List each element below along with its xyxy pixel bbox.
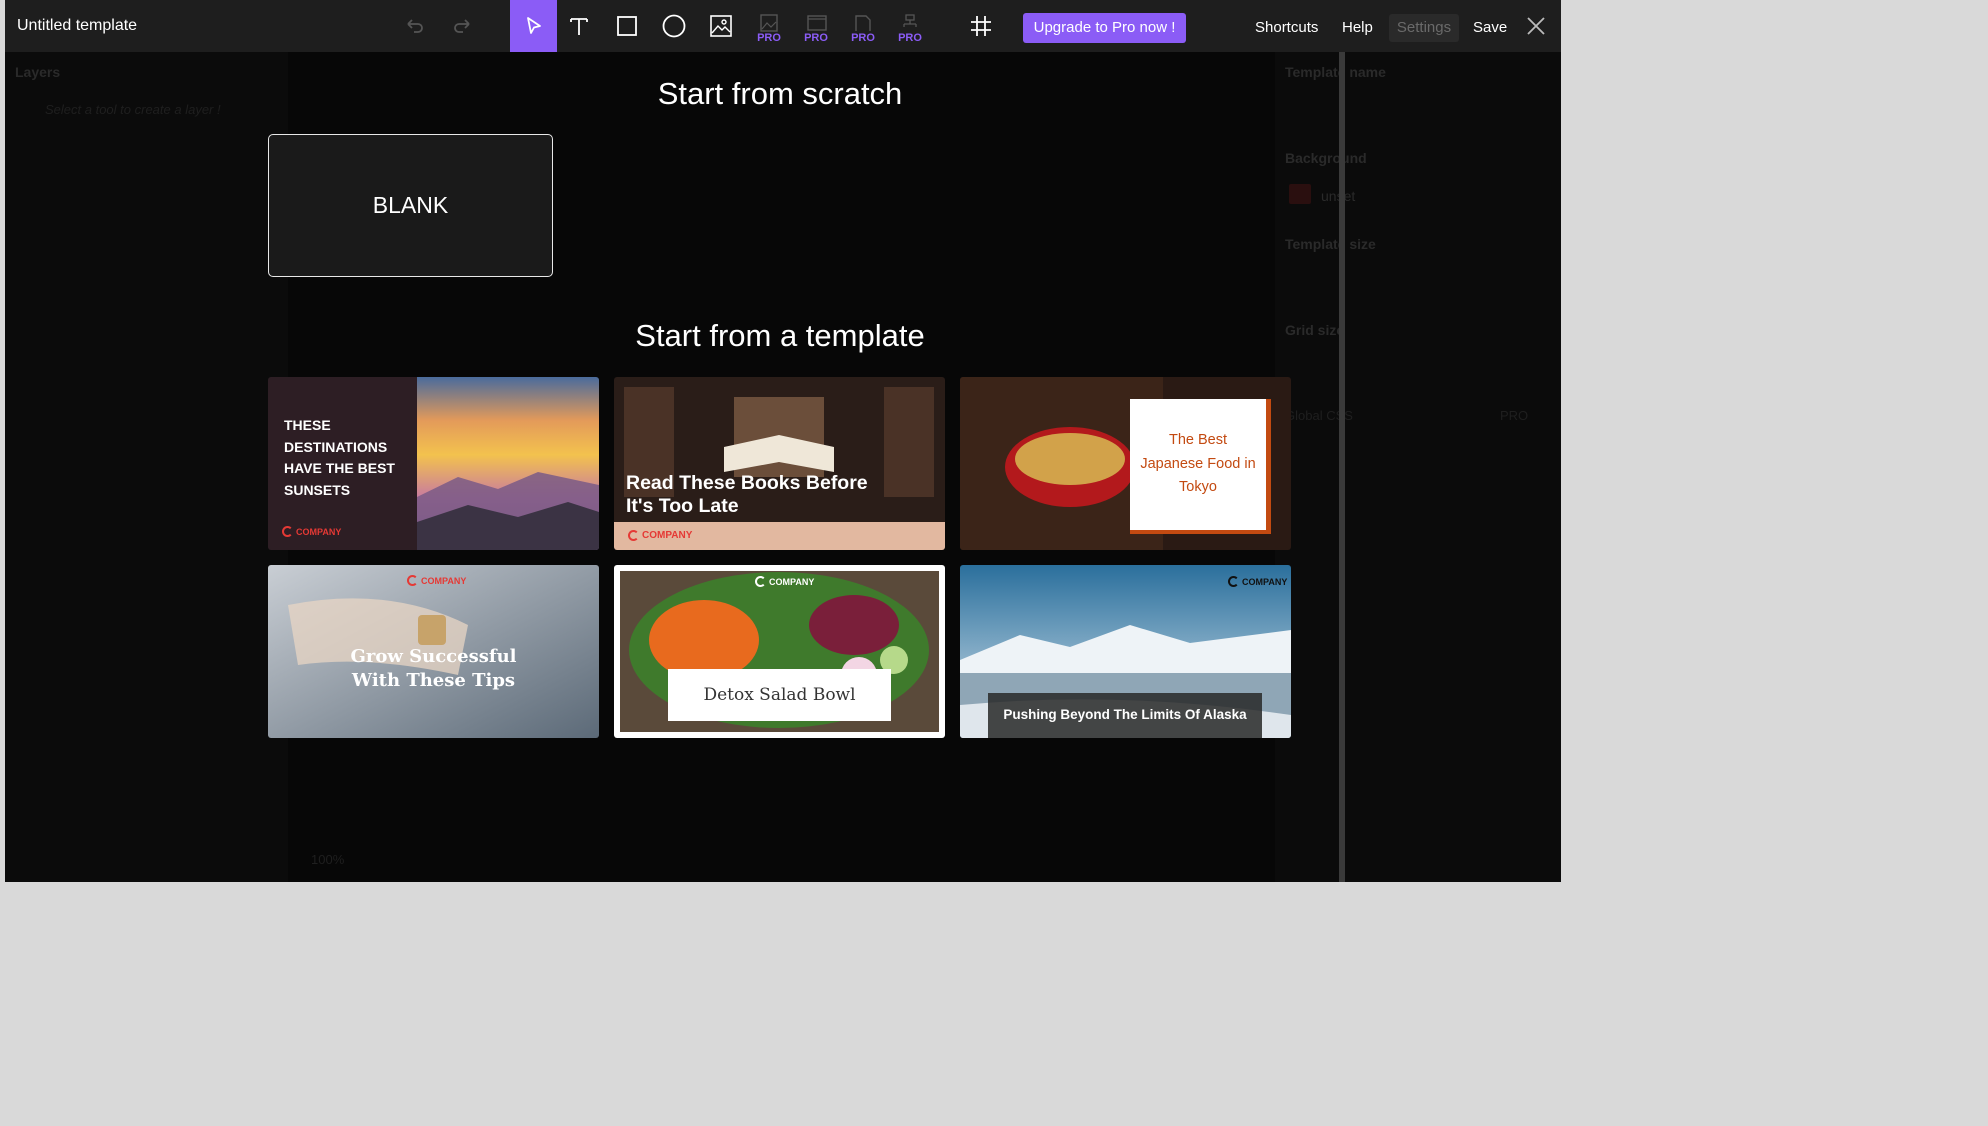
component-pro-tool[interactable]: PRO bbox=[892, 10, 928, 50]
upgrade-button[interactable]: Upgrade to Pro now ! bbox=[1023, 13, 1186, 43]
scrollbar[interactable] bbox=[1339, 52, 1345, 882]
grid-icon[interactable] bbox=[961, 6, 1001, 46]
template-text: Pushing Beyond The Limits Of Alaska bbox=[1003, 707, 1247, 722]
pro-label: PRO bbox=[757, 32, 781, 44]
template-text: Detox Salad Bowl bbox=[703, 685, 856, 705]
text-icon[interactable] bbox=[559, 6, 599, 46]
company-logo: COMPANY bbox=[282, 526, 341, 537]
layers-hint: Select a tool to create a layer ! bbox=[45, 102, 221, 117]
scratch-title: Start from scratch bbox=[657, 76, 903, 111]
company-logo: COMPANY bbox=[1228, 576, 1287, 587]
circle-icon[interactable] bbox=[654, 6, 694, 46]
save-button[interactable]: Save bbox=[1473, 19, 1507, 36]
template-title: Start from a template bbox=[635, 318, 925, 353]
company-logo: COMPANY bbox=[755, 576, 814, 587]
video-frame-pro-tool[interactable]: PRO bbox=[798, 10, 834, 50]
blank-label: BLANK bbox=[372, 192, 449, 218]
pro-label: PRO bbox=[898, 32, 922, 44]
template-card-sunsets[interactable]: THESE DESTINATIONS HAVE THE BEST SUNSETS… bbox=[268, 377, 599, 550]
document-title[interactable]: Untitled template bbox=[17, 17, 137, 35]
company-logo: COMPANY bbox=[407, 575, 466, 586]
pro-badge: PRO bbox=[1500, 408, 1529, 423]
image-icon[interactable] bbox=[701, 6, 741, 46]
redo-icon[interactable] bbox=[442, 6, 482, 46]
template-name-label: Template name bbox=[1285, 64, 1386, 80]
help-button[interactable]: Help bbox=[1342, 19, 1373, 36]
background-label: Background bbox=[1285, 150, 1367, 166]
template-card-grow-tips[interactable]: Grow Successful With These Tips COMPANY bbox=[268, 565, 599, 738]
company-logo: COMPANY bbox=[628, 530, 692, 541]
shape-pro-tool[interactable]: PRO bbox=[845, 10, 881, 50]
template-text: THESE DESTINATIONS HAVE THE BEST SUNSETS bbox=[284, 417, 395, 498]
app-window: Layers Select a tool to create a layer !… bbox=[5, 0, 1561, 882]
template-card-japanese-food[interactable]: The Best Japanese Food in Tokyo bbox=[960, 377, 1291, 550]
image-frame-icon bbox=[760, 14, 778, 32]
shape-icon bbox=[855, 15, 871, 31]
image-frame-pro-tool[interactable]: PRO bbox=[751, 10, 787, 50]
undo-icon[interactable] bbox=[395, 6, 435, 46]
pro-label: PRO bbox=[851, 32, 875, 44]
top-toolbar: Untitled template PRO PRO PRO PRO Upgrad… bbox=[5, 0, 1561, 52]
close-icon[interactable] bbox=[1516, 6, 1556, 46]
video-frame-icon bbox=[807, 15, 827, 31]
layers-panel: Layers Select a tool to create a layer !… bbox=[5, 52, 344, 882]
zoom-level[interactable]: 100% bbox=[311, 852, 344, 867]
template-thumbnail bbox=[614, 377, 945, 550]
settings-button[interactable]: Settings bbox=[1389, 14, 1459, 42]
template-text: Read These Books Before It's Too Late bbox=[626, 472, 868, 517]
pro-label: PRO bbox=[804, 32, 828, 44]
template-size-label: Template size bbox=[1285, 236, 1376, 252]
blank-template-card[interactable]: BLANK bbox=[268, 134, 553, 277]
rectangle-icon[interactable] bbox=[607, 6, 647, 46]
pointer-icon[interactable] bbox=[510, 0, 557, 52]
background-swatch[interactable] bbox=[1289, 184, 1311, 204]
template-card-books[interactable]: Read These Books Before It's Too Late CO… bbox=[614, 377, 945, 550]
layers-title: Layers bbox=[15, 64, 61, 80]
template-card-salad[interactable]: Detox Salad Bowl COMPANY bbox=[614, 565, 945, 738]
template-card-alaska[interactable]: Pushing Beyond The Limits Of Alaska COMP… bbox=[960, 565, 1291, 738]
template-text: The Best Japanese Food in Tokyo bbox=[1140, 432, 1256, 495]
properties-panel: Template name Background unset Template … bbox=[1275, 52, 1561, 882]
template-text: Grow Successful With These Tips bbox=[350, 646, 517, 691]
shortcuts-button[interactable]: Shortcuts bbox=[1255, 19, 1318, 36]
component-icon bbox=[903, 14, 917, 27]
